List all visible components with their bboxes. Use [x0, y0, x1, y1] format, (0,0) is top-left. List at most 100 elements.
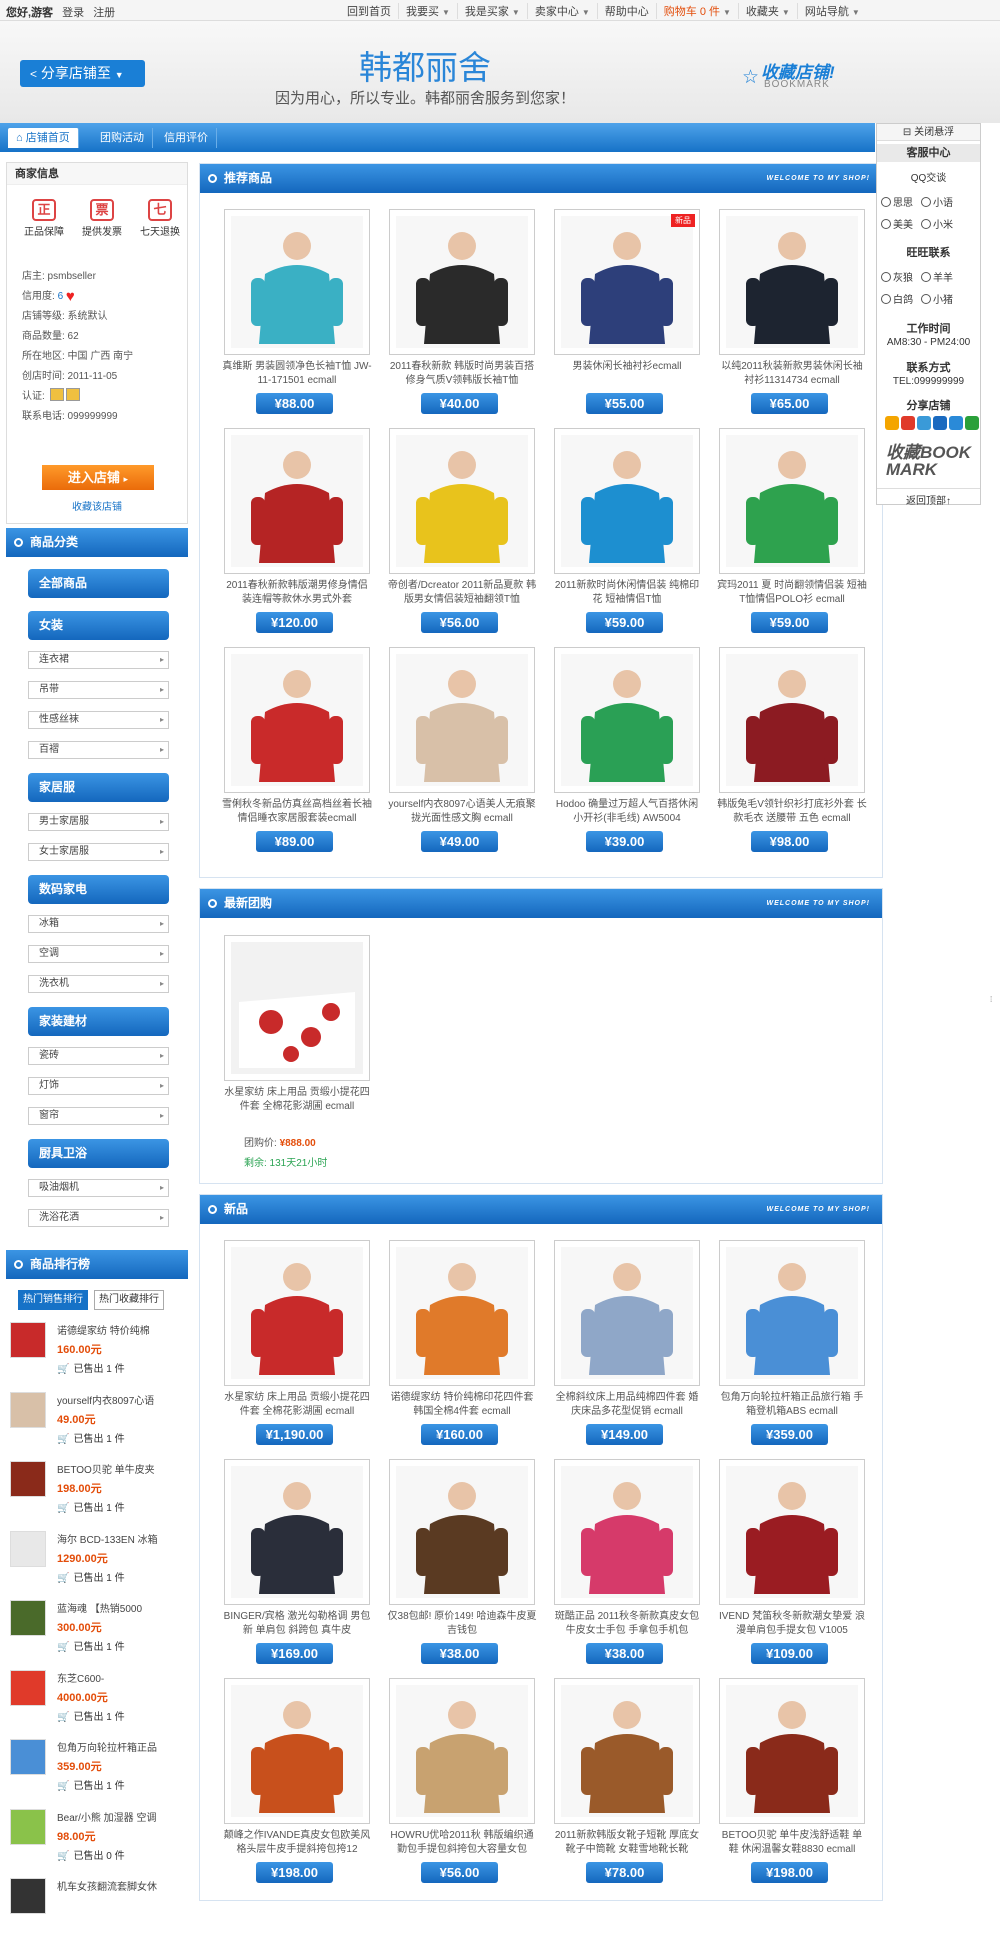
product-card[interactable]: 水星家纺 床上用品 贡缎小提花四件套 全棉花影湖圃 ecmall ¥1,190.0…: [213, 1240, 373, 1455]
product-image-frame[interactable]: [719, 209, 865, 355]
product-card[interactable]: BINGER/宾格 激光勾勒格调 男包 新 单肩包 斜跨包 真牛皮 ¥169.00: [213, 1459, 373, 1674]
product-card[interactable]: BETOO贝驼 单牛皮浅舒适鞋 单鞋 休闲温馨女鞋8830 ecmall ¥198…: [708, 1678, 868, 1893]
category-sub[interactable]: 洗浴花洒 ▸: [28, 1209, 169, 1227]
product-price-button[interactable]: ¥59.00: [751, 612, 828, 633]
ww-contact[interactable]: 羊羊: [921, 269, 953, 284]
category-sub[interactable]: 吊带 ▸: [28, 681, 169, 699]
product-name[interactable]: 男装休闲长袖衬衫ecmall: [552, 360, 702, 390]
product-price-button[interactable]: ¥149.00: [586, 1424, 663, 1445]
product-card[interactable]: 2011新款韩版女靴子短靴 厚底女靴子中筒靴 女鞋雪地靴长靴 ¥78.00: [543, 1678, 703, 1893]
category-sub[interactable]: 百褶 ▸: [28, 741, 169, 759]
category-sub[interactable]: 吸油烟机 ▸: [28, 1179, 169, 1197]
product-image-frame[interactable]: [224, 1240, 370, 1386]
product-image-frame[interactable]: [719, 1678, 865, 1824]
product-image-frame[interactable]: [719, 428, 865, 574]
product-price-button[interactable]: ¥359.00: [751, 1424, 828, 1445]
nav-credit-review[interactable]: 信用评价: [156, 128, 217, 148]
ranking-item[interactable]: BETOO贝驼 单牛皮夹 198.00元 🛒 已售出 1 件: [10, 1457, 188, 1527]
product-price-button[interactable]: ¥1,190.00: [256, 1424, 333, 1445]
category-main[interactable]: 家装建材: [28, 1007, 169, 1036]
back-to-top-link[interactable]: 返回顶部↑: [877, 488, 980, 507]
ranking-thumb[interactable]: [10, 1878, 46, 1914]
product-price-button[interactable]: ¥198.00: [751, 1862, 828, 1883]
product-name[interactable]: IVEND 梵笛秋冬新款潮女挚爱 浪漫单肩包手提女包 V1005: [717, 1610, 867, 1640]
ranking-name[interactable]: BETOO贝驼 单牛皮夹: [57, 1461, 185, 1476]
product-image-frame[interactable]: [719, 1459, 865, 1605]
product-price-button[interactable]: ¥40.00: [421, 393, 498, 414]
ranking-item[interactable]: 包角万向轮拉杆箱正品 359.00元 🛒 已售出 1 件: [10, 1735, 188, 1805]
category-sub[interactable]: 空调 ▸: [28, 945, 169, 963]
product-image-frame[interactable]: [719, 1240, 865, 1386]
product-card[interactable]: HOWRU优哈2011秋 韩版编织通勤包手提包斜挎包大容量女包 ¥56.00: [378, 1678, 538, 1893]
product-image-frame[interactable]: [389, 428, 535, 574]
ranking-name[interactable]: 东芝C600-: [57, 1670, 185, 1685]
product-name[interactable]: 水星家纺 床上用品 贡缎小提花四件套 全棉花影湖圃 ecmall: [222, 1391, 372, 1421]
product-card[interactable]: 包角万向轮拉杆箱正品旅行箱 手箱登机箱ABS ecmall ¥359.00: [708, 1240, 868, 1455]
ranking-item[interactable]: 蓝海魂 【热销5000 300.00元 🛒 已售出 1 件: [10, 1596, 188, 1666]
product-name[interactable]: 水星家纺 床上用品 贡缎小提花四件套 全棉花影湖圃 ecmall: [222, 1086, 372, 1116]
product-name[interactable]: 包角万向轮拉杆箱正品旅行箱 手箱登机箱ABS ecmall: [717, 1391, 867, 1421]
weibo-icon[interactable]: [885, 416, 899, 430]
enter-store-button[interactable]: 进入店铺 ▸: [42, 465, 154, 490]
product-image-frame[interactable]: [389, 209, 535, 355]
category-main[interactable]: 全部商品: [28, 569, 169, 598]
tencent-icon[interactable]: [917, 416, 931, 430]
product-name[interactable]: 帝创者/Dcreator 2011新品夏款 韩版男女情侣装短袖翻领T恤: [387, 579, 537, 609]
product-name[interactable]: 2011春秋新款韩版潮男修身情侣装连帽等款休水男式外套: [222, 579, 372, 609]
ranking-name[interactable]: 诺德缇家纺 特价纯棉: [57, 1322, 185, 1337]
product-image-frame[interactable]: [554, 1678, 700, 1824]
ranking-name[interactable]: yourself内衣8097心语: [57, 1392, 185, 1407]
product-card[interactable]: 斑酷正品 2011秋冬新款真皮女包牛皮女士手包 手拿包手机包 ¥38.00: [543, 1459, 703, 1674]
product-price-button[interactable]: ¥169.00: [256, 1643, 333, 1664]
product-price-button[interactable]: ¥78.00: [586, 1862, 663, 1883]
ranking-name[interactable]: 包角万向轮拉杆箱正品: [57, 1739, 185, 1754]
product-price-button[interactable]: ¥59.00: [586, 612, 663, 633]
product-name[interactable]: 宾玛2011 夏 时尚翻领情侣装 短袖T恤情侣POLO衫 ecmall: [717, 579, 867, 609]
top-link[interactable]: 收藏夹 ▼: [739, 3, 798, 19]
ranking-name[interactable]: 海尔 BCD-133EN 冰箱: [57, 1531, 185, 1546]
product-image-frame[interactable]: [554, 1459, 700, 1605]
product-image-frame[interactable]: [224, 1678, 370, 1824]
register-link[interactable]: 注册: [93, 7, 115, 19]
douban-icon[interactable]: [965, 416, 979, 430]
product-price-button[interactable]: ¥38.00: [421, 1643, 498, 1664]
category-sub[interactable]: 灯饰 ▸: [28, 1077, 169, 1095]
product-name[interactable]: 韩版兔毛V领针织衫打底衫外套 长款毛衣 送腰带 五色 ecmall: [717, 798, 867, 828]
product-name[interactable]: Hodoo 确量过万超人气百搭休闲小开衫(非毛线) AW5004: [552, 798, 702, 828]
category-sub[interactable]: 窗帘 ▸: [28, 1107, 169, 1125]
category-main[interactable]: 家居服: [28, 773, 169, 802]
top-link[interactable]: 卖家中心 ▼: [528, 3, 598, 19]
product-card[interactable]: 韩版兔毛V领针织衫打底衫外套 长款毛衣 送腰带 五色 ecmall ¥98.00: [708, 647, 868, 862]
product-name[interactable]: yourself内衣8097心语美人无痕聚拢光面性感文胸 ecmall: [387, 798, 537, 828]
close-float-button[interactable]: ⊟ 关闭悬浮: [877, 124, 980, 141]
product-image-frame[interactable]: [389, 1459, 535, 1605]
ranking-name[interactable]: 机车女孩翻流套脚女休: [57, 1878, 185, 1893]
product-name[interactable]: 斑酷正品 2011秋冬新款真皮女包牛皮女士手包 手拿包手机包: [552, 1610, 702, 1640]
product-name[interactable]: BETOO贝驼 单牛皮浅舒适鞋 单鞋 休闲温馨女鞋8830 ecmall: [717, 1829, 867, 1859]
bookmark-store-button[interactable]: ☆ 收藏店铺! BOOKMARK: [742, 52, 852, 94]
product-name[interactable]: 2011新款时尚休闲情侣装 纯棉印花 短袖情侣T恤: [552, 579, 702, 609]
product-name[interactable]: HOWRU优哈2011秋 韩版编织通勤包手提包斜挎包大容量女包: [387, 1829, 537, 1859]
product-name[interactable]: 诺德缇家纺 特价纯棉印花四件套 韩国全棉4件套 ecmall: [387, 1391, 537, 1421]
product-card[interactable]: 真维斯 男装圆领净色长袖T恤 JW-11-171501 ecmall ¥88.00: [213, 209, 373, 424]
top-link[interactable]: 我要买 ▼: [399, 3, 458, 19]
ranking-thumb[interactable]: [10, 1808, 46, 1845]
category-main[interactable]: 数码家电: [28, 875, 169, 904]
qq-contact[interactable]: 小语: [921, 194, 953, 209]
product-name[interactable]: 真维斯 男装圆领净色长袖T恤 JW-11-171501 ecmall: [222, 360, 372, 390]
product-card[interactable]: Hodoo 确量过万超人气百搭休闲小开衫(非毛线) AW5004 ¥39.00: [543, 647, 703, 862]
product-card[interactable]: 诺德缇家纺 特价纯棉印花四件套 韩国全棉4件套 ecmall ¥160.00: [378, 1240, 538, 1455]
product-card[interactable]: 雪俐秋冬新品仿真丝高档丝着长袖情侣睡衣家居服套装ecmall ¥89.00: [213, 647, 373, 862]
top-link[interactable]: 网站导航 ▼: [798, 3, 867, 19]
product-price-button[interactable]: ¥88.00: [256, 393, 333, 414]
tab-hot-sales[interactable]: 热门销售排行: [18, 1290, 88, 1310]
product-price-button[interactable]: ¥65.00: [751, 393, 828, 414]
product-price-button[interactable]: ¥89.00: [256, 831, 333, 852]
category-sub[interactable]: 瓷砖 ▸: [28, 1047, 169, 1065]
product-name[interactable]: 全棉斜纹床上用品纯棉四件套 婚庆床品多花型促销 ecmall: [552, 1391, 702, 1421]
product-price-button[interactable]: ¥55.00: [586, 393, 663, 414]
product-name[interactable]: 雪俐秋冬新品仿真丝高档丝着长袖情侣睡衣家居服套装ecmall: [222, 798, 372, 828]
product-card[interactable]: 以纯2011秋装新款男装休闲长袖衬衫11314734 ecmall ¥65.00: [708, 209, 868, 424]
qq-contact[interactable]: 美美: [881, 216, 913, 231]
category-sub[interactable]: 性感丝袜 ▸: [28, 711, 169, 729]
